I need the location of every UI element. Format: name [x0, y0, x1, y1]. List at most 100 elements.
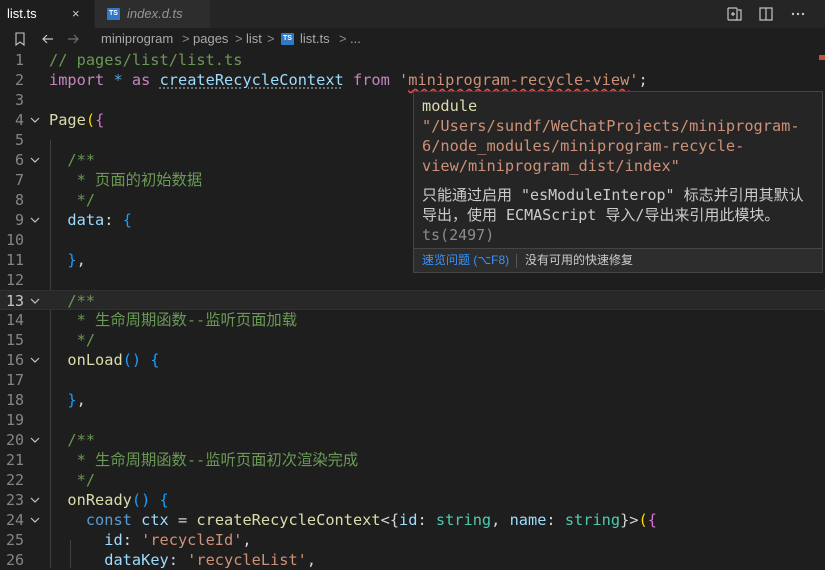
- line-code: data: {: [49, 210, 132, 230]
- code-token: [141, 351, 150, 369]
- code-token: onReady: [67, 491, 131, 509]
- open-changes-icon[interactable]: [726, 5, 744, 23]
- code-token: [132, 511, 141, 529]
- peek-problem-link[interactable]: 速览问题 (⌥F8): [422, 249, 509, 272]
- code-line[interactable]: 13 /**: [0, 290, 825, 310]
- line-code: * 生命周期函数--监听页面加载: [49, 310, 297, 330]
- code-token: ;: [639, 71, 648, 89]
- code-line[interactable]: 16 onLoad() {: [0, 350, 825, 370]
- tab-label: index.d.ts: [127, 0, 183, 28]
- chevron-down-icon[interactable]: [29, 514, 41, 526]
- code-token: (): [132, 491, 150, 509]
- code-token: :: [104, 211, 122, 229]
- code-token: 'recycleId': [141, 531, 242, 549]
- line-number: 24: [0, 510, 24, 530]
- code-token: *: [113, 71, 122, 89]
- line-number: 20: [0, 430, 24, 450]
- code-line[interactable]: 18 },: [0, 390, 825, 410]
- code-line[interactable]: 12: [0, 270, 825, 290]
- bookmark-icon[interactable]: [13, 32, 27, 46]
- code-token: (: [639, 511, 648, 529]
- code-line[interactable]: 25 id: 'recycleId',: [0, 530, 825, 550]
- line-code: id: 'recycleId',: [49, 530, 252, 550]
- code-line[interactable]: 1 // pages/list/list.ts: [0, 50, 825, 70]
- error-scroll-marker: [819, 55, 825, 60]
- breadcrumb-list[interactable]: list: [246, 28, 262, 50]
- code-token: data: [67, 211, 104, 229]
- line-number: 13: [0, 291, 24, 311]
- code-line[interactable]: 17: [0, 370, 825, 390]
- code-line[interactable]: 21 * 生命周期函数--监听页面初次渲染完成: [0, 450, 825, 470]
- code-token: string: [565, 511, 620, 529]
- line-code: import * as createRecycleContext from 'm…: [49, 70, 648, 90]
- line-code: * 生命周期函数--监听页面初次渲染完成: [49, 450, 358, 470]
- line-number: 21: [0, 450, 24, 470]
- code-token: ,: [491, 511, 509, 529]
- code-token: miniprogram-recycle-view: [408, 71, 629, 89]
- line-code: /**: [49, 430, 95, 450]
- code-line[interactable]: 14 * 生命周期函数--监听页面加载: [0, 310, 825, 330]
- breadcrumb-symbol[interactable]: ...: [350, 28, 361, 50]
- code-token: [49, 491, 67, 509]
- chevron-down-icon[interactable]: [29, 494, 41, 506]
- breadcrumb-separator: >: [267, 28, 275, 50]
- code-token: [49, 391, 67, 409]
- tab-list-ts[interactable]: list.ts ×: [0, 0, 94, 28]
- chevron-down-icon[interactable]: [29, 295, 41, 307]
- code-token: createRecycleContext: [160, 71, 344, 89]
- code-token: */: [49, 331, 95, 349]
- code-line[interactable]: 19: [0, 410, 825, 430]
- code-line[interactable]: 24 const ctx = createRecycleContext<{id:…: [0, 510, 825, 530]
- code-token: * 生命周期函数--监听页面初次渲染完成: [49, 451, 358, 469]
- line-code: // pages/list/list.ts: [49, 50, 242, 70]
- tab-index-d-ts[interactable]: TS index.d.ts: [94, 0, 210, 28]
- line-number: 23: [0, 490, 24, 510]
- code-token: }: [67, 251, 76, 269]
- breadcrumb-separator: >: [182, 28, 190, 50]
- code-line[interactable]: 22 */: [0, 470, 825, 490]
- breadcrumb-miniprogram[interactable]: miniprogram: [101, 28, 173, 50]
- line-number: 8: [0, 190, 24, 210]
- arrow-left-icon[interactable]: [41, 32, 55, 46]
- line-code: Page({: [49, 110, 104, 130]
- code-line[interactable]: 26 dataKey: 'recycleList',: [0, 550, 825, 570]
- code-line[interactable]: 15 */: [0, 330, 825, 350]
- line-number: 7: [0, 170, 24, 190]
- chevron-down-icon[interactable]: [29, 214, 41, 226]
- breadcrumb-separator: >: [235, 28, 243, 50]
- line-number: 3: [0, 90, 24, 110]
- code-token: [344, 71, 353, 89]
- code-token: {: [150, 351, 159, 369]
- code-token: /**: [67, 431, 95, 449]
- chevron-down-icon[interactable]: [29, 114, 41, 126]
- line-number: 22: [0, 470, 24, 490]
- breadcrumb-pages[interactable]: pages: [193, 28, 228, 50]
- more-actions-icon[interactable]: [789, 5, 807, 23]
- chevron-down-icon[interactable]: [29, 434, 41, 446]
- code-line[interactable]: 20 /**: [0, 430, 825, 450]
- close-icon[interactable]: ×: [72, 0, 80, 28]
- code-token: {: [95, 111, 104, 129]
- line-code: */: [49, 470, 95, 490]
- line-code: dataKey: 'recycleList',: [49, 550, 316, 570]
- breadcrumb-list-ts[interactable]: list.ts: [300, 28, 330, 50]
- code-token: ': [399, 71, 408, 89]
- code-token: const: [86, 511, 132, 529]
- code-token: [150, 491, 159, 509]
- arrow-right-icon[interactable]: [66, 32, 80, 46]
- code-token: }>: [620, 511, 638, 529]
- code-token: :: [417, 511, 435, 529]
- code-token: :: [169, 551, 187, 569]
- line-number: 9: [0, 210, 24, 230]
- chevron-down-icon[interactable]: [29, 354, 41, 366]
- code-line[interactable]: 2 import * as createRecycleContext from '…: [0, 70, 825, 90]
- code-token: onLoad: [67, 351, 122, 369]
- code-token: [49, 351, 67, 369]
- code-token: [49, 211, 67, 229]
- typescript-file-icon: TS: [107, 8, 120, 20]
- code-token: (): [123, 351, 141, 369]
- code-token: /**: [67, 292, 95, 310]
- code-line[interactable]: 23 onReady() {: [0, 490, 825, 510]
- chevron-down-icon[interactable]: [29, 154, 41, 166]
- split-editor-icon[interactable]: [757, 5, 775, 23]
